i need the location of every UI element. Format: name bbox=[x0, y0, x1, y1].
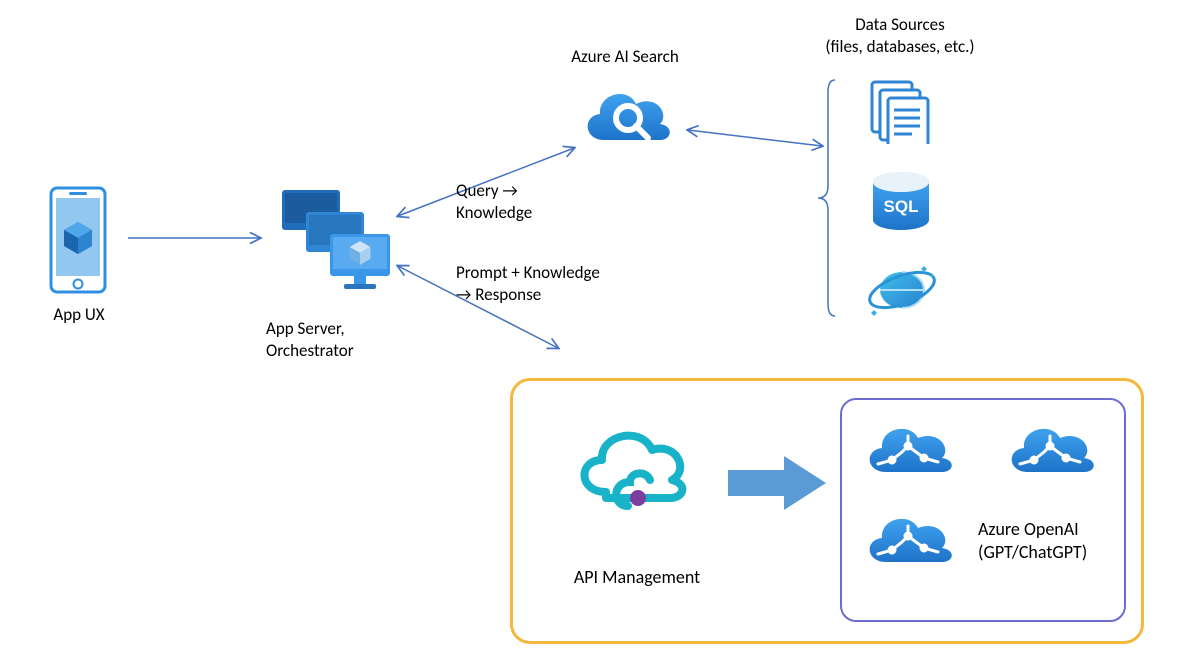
app-server-node bbox=[278, 188, 396, 301]
prompt-knowledge-label: Prompt + Knowledge → Response bbox=[456, 262, 666, 306]
sql-db-icon: SQL bbox=[866, 170, 936, 245]
api-cloud-icon bbox=[572, 420, 692, 516]
app-ux-label: App UX bbox=[29, 304, 129, 326]
query-knowledge-label: Query → Knowledge bbox=[456, 180, 596, 224]
ai-cloud-3 bbox=[858, 506, 958, 581]
ai-cloud-1 bbox=[858, 416, 958, 491]
api-management-node bbox=[572, 420, 692, 521]
cosmos-db-icon bbox=[866, 260, 938, 327]
cloud-search-icon bbox=[576, 80, 676, 158]
sql-text: SQL bbox=[884, 197, 919, 216]
files-icon bbox=[868, 78, 932, 149]
app-server-label: App Server, Orchestrator bbox=[266, 318, 426, 362]
azure-ai-search-label: Azure AI Search bbox=[540, 46, 710, 68]
ai-cloud-2 bbox=[1000, 416, 1100, 491]
azure-openai-label: Azure OpenAI (GPT/ChatGPT) bbox=[978, 518, 1128, 565]
azure-ai-search-node bbox=[576, 80, 676, 163]
api-management-label: API Management bbox=[552, 566, 722, 589]
data-sources-label: Data Sources (files, databases, etc.) bbox=[790, 14, 1010, 58]
phone-icon bbox=[47, 186, 109, 294]
thick-arrow bbox=[722, 448, 832, 523]
app-ux-node bbox=[47, 186, 109, 299]
monitors-icon bbox=[278, 188, 396, 296]
